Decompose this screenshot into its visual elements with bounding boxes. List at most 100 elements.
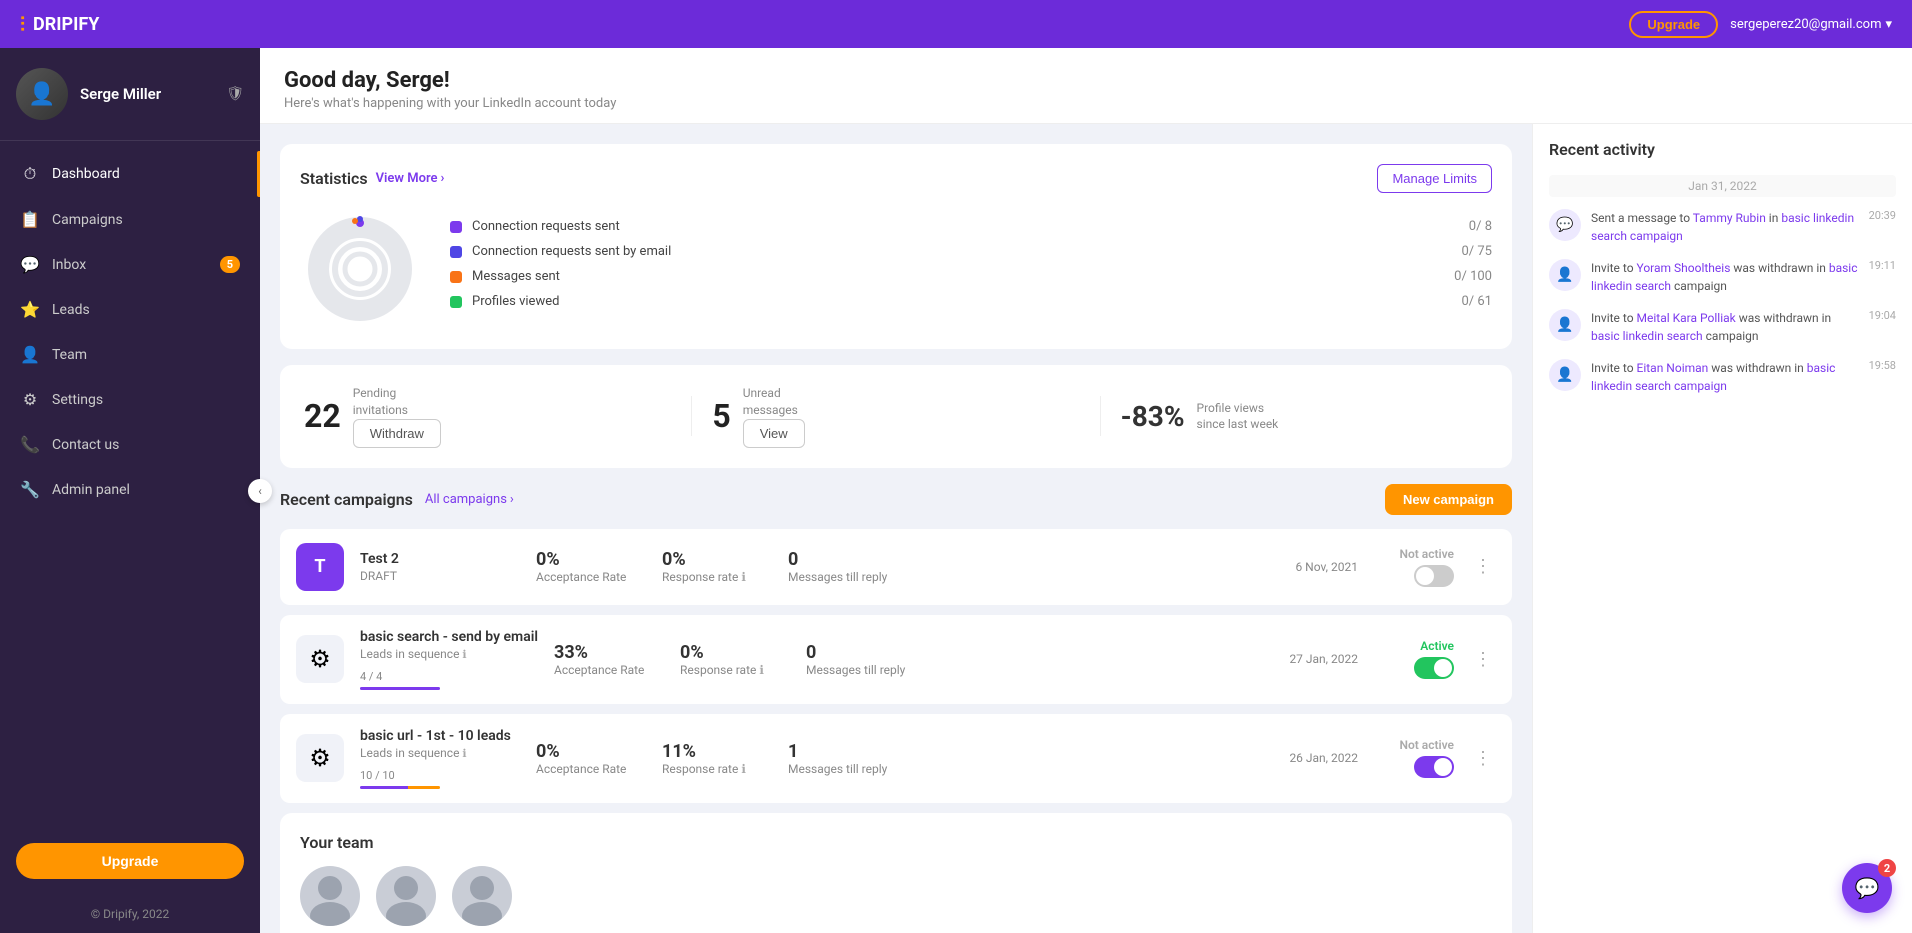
new-campaign-button[interactable]: New campaign [1385, 484, 1512, 515]
activity-link[interactable]: Meital Kara Polliak [1637, 311, 1736, 325]
stat-item-connection-requests: Connection requests sent 0/ 8 [450, 219, 1492, 234]
view-button[interactable]: View [743, 419, 805, 448]
campaign-toggle[interactable] [1414, 565, 1454, 587]
chat-badge: 2 [1878, 859, 1896, 877]
sidebar-item-settings[interactable]: ⚙ Settings [0, 377, 260, 422]
metric-divider-1 [691, 396, 692, 436]
sidebar-item-inbox[interactable]: 💬 Inbox 5 [0, 242, 260, 287]
activity-link[interactable]: Tammy Rubin [1693, 211, 1766, 225]
logo-icon: ⫶ [20, 12, 25, 36]
team-section: Your team [280, 813, 1512, 933]
content-body: Statistics View More › Manage Limits [260, 124, 1912, 933]
sidebar-item-label: Inbox [52, 257, 86, 273]
activity-icon-invite: 👤 [1549, 259, 1581, 291]
sidebar-nav: ⏱ Dashboard 📋 Campaigns 💬 Inbox 5 ⭐ Lead… [0, 141, 260, 827]
donut-chart [300, 209, 420, 329]
sidebar-user-profile: 👤 Serge Miller 🛡 [0, 48, 260, 141]
stat-value: 0/ 8 [1469, 219, 1492, 234]
contact-icon: 📞 [20, 435, 40, 454]
campaign-acceptance: 33% Acceptance Rate [554, 642, 664, 677]
activity-item: 👤 Invite to Yoram Shooltheis was withdra… [1549, 259, 1896, 295]
campaign-toggle[interactable] [1414, 756, 1454, 778]
campaign-more-menu[interactable]: ⋮ [1470, 748, 1496, 769]
topbar: ⫶ DRIPIFY Upgrade sergeperez20@gmail.com… [0, 0, 1912, 48]
campaign-info: basic search - send by email Leads in se… [360, 629, 538, 690]
sidebar-item-team[interactable]: 👤 Team [0, 332, 260, 377]
sidebar-item-contact-us[interactable]: 📞 Contact us [0, 422, 260, 467]
sidebar-collapse-button[interactable]: ‹ [248, 479, 272, 503]
sidebar-footer: © Dripify, 2022 [0, 895, 260, 933]
metric-profile-views: -83% Profile viewssince last week [1121, 400, 1488, 434]
stat-value: 0/ 75 [1461, 244, 1492, 259]
campaign-info: basic url - 1st - 10 leads Leads in sequ… [360, 728, 520, 789]
activity-icon-invite: 👤 [1549, 309, 1581, 341]
campaign-status-badge: Not active [1374, 547, 1454, 561]
campaign-toggle[interactable] [1414, 657, 1454, 679]
admin-icon: 🔧 [20, 480, 40, 499]
sidebar-item-leads[interactable]: ⭐ Leads [0, 287, 260, 332]
sidebar-item-campaigns[interactable]: 📋 Campaigns [0, 197, 260, 242]
user-name: Serge Miller [80, 85, 161, 103]
shield-icon: 🛡 [226, 86, 244, 102]
activity-icon-message: 💬 [1549, 209, 1581, 241]
chevron-down-icon: ▾ [1885, 17, 1892, 32]
activity-time: 19:58 [1869, 359, 1896, 372]
team-icon: 👤 [20, 345, 40, 364]
unread-label: Unreadmessages [743, 385, 805, 419]
upgrade-sidebar-button[interactable]: Upgrade [16, 843, 244, 879]
activity-link[interactable]: Yoram Shooltheis [1637, 261, 1731, 275]
campaign-row: ⚙ basic search - send by email Leads in … [280, 615, 1512, 704]
sidebar-item-dashboard[interactable]: ⏱ Dashboard [0, 151, 260, 197]
chat-bubble-button[interactable]: 💬 2 [1842, 863, 1892, 913]
campaign-icon-gear2: ⚙ [296, 734, 344, 782]
team-avatars [300, 866, 1492, 926]
sidebar-item-label: Campaigns [52, 212, 123, 228]
profile-views-count: -83% [1121, 400, 1185, 433]
stat-item-connection-email: Connection requests sent by email 0/ 75 [450, 244, 1492, 259]
campaign-name: Test 2 [360, 551, 520, 567]
campaign-more-menu[interactable]: ⋮ [1470, 556, 1496, 577]
stat-label: Connection requests sent by email [472, 244, 671, 259]
leads-progress: 4 / 4 [360, 665, 538, 690]
view-more-link[interactable]: View More › [376, 171, 445, 186]
stat-label: Profiles viewed [472, 294, 559, 309]
pending-label: Pendinginvitations [353, 385, 441, 419]
activity-link[interactable]: basic linkedin search campaign [1591, 361, 1835, 393]
withdraw-button[interactable]: Withdraw [353, 419, 441, 448]
campaign-row: ⚙ basic url - 1st - 10 leads Leads in se… [280, 714, 1512, 803]
profile-views-label: Profile viewssince last week [1197, 400, 1279, 434]
upgrade-top-button[interactable]: Upgrade [1629, 11, 1718, 38]
campaigns-header: Recent campaigns All campaigns › New cam… [280, 484, 1512, 515]
metric-unread: 5 Unreadmessages View [712, 385, 1079, 448]
stat-item-profiles: Profiles viewed 0/ 61 [450, 294, 1492, 309]
campaign-response: 0% Response rate ℹ [662, 549, 772, 584]
sidebar: 👤 Serge Miller 🛡 ⏱ Dashboard 📋 Campaigns… [0, 48, 260, 933]
sidebar-item-admin-panel[interactable]: 🔧 Admin panel [0, 467, 260, 512]
manage-limits-button[interactable]: Manage Limits [1377, 164, 1492, 193]
chevron-right-icon: › [510, 492, 514, 507]
campaign-response: 0% Response rate ℹ [680, 642, 790, 677]
team-title: Your team [300, 833, 1492, 852]
greeting-subtitle: Here's what's happening with your Linked… [284, 96, 1888, 111]
activity-item: 👤 Invite to Eitan Noiman was withdrawn i… [1549, 359, 1896, 395]
statistics-content: Connection requests sent 0/ 8 Connection… [300, 209, 1492, 329]
inbox-badge: 5 [220, 256, 240, 273]
page-header: Good day, Serge! Here's what's happening… [260, 48, 1912, 124]
stat-dot-green [450, 296, 462, 308]
user-email-dropdown[interactable]: sergeperez20@gmail.com ▾ [1730, 17, 1892, 32]
campaign-info: Test 2 DRAFT [360, 551, 520, 583]
settings-icon: ⚙ [20, 390, 40, 409]
stat-label: Connection requests sent [472, 219, 620, 234]
campaign-acceptance: 0% Acceptance Rate [536, 741, 646, 776]
campaign-response: 11% Response rate ℹ [662, 741, 772, 776]
all-campaigns-link[interactable]: All campaigns › [425, 492, 514, 507]
activity-text: Invite to Meital Kara Polliak was withdr… [1591, 309, 1859, 345]
activity-link[interactable]: basic linkedin search [1591, 329, 1703, 343]
activity-text: Invite to Eitan Noiman was withdrawn in … [1591, 359, 1859, 395]
team-member-avatar [300, 866, 360, 926]
activity-link[interactable]: Eitan Noiman [1637, 361, 1709, 375]
campaign-name: basic url - 1st - 10 leads [360, 728, 520, 744]
campaign-more-menu[interactable]: ⋮ [1470, 649, 1496, 670]
campaign-messages-reply: 0 Messages till reply [788, 549, 898, 584]
dashboard-icon: ⏱ [20, 164, 40, 184]
